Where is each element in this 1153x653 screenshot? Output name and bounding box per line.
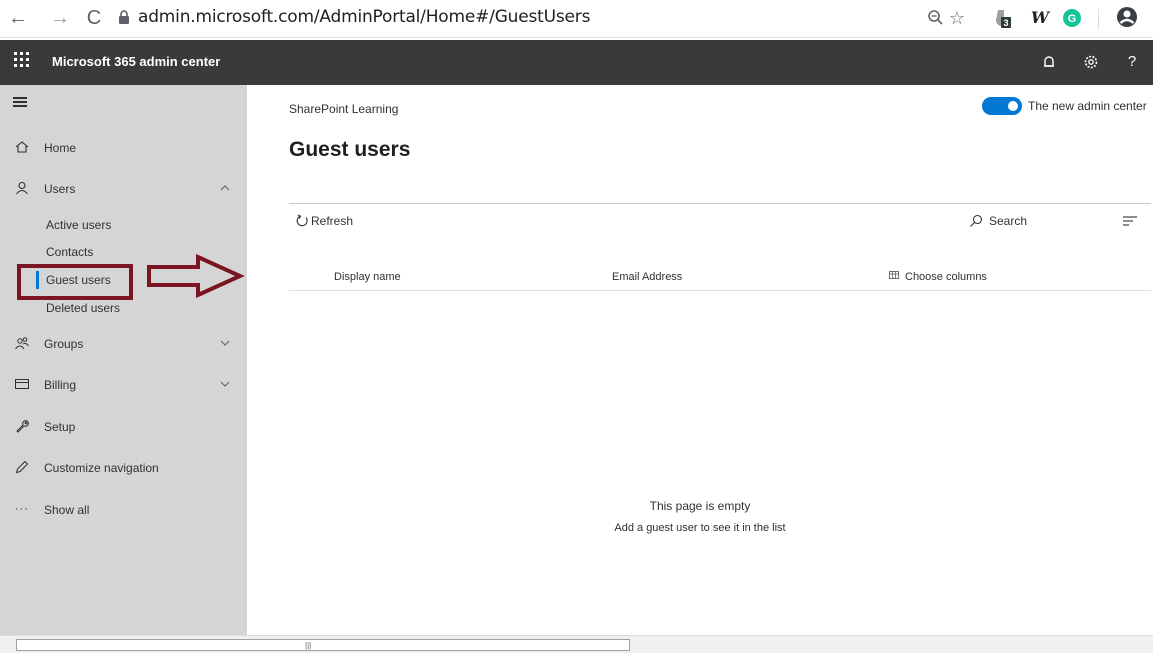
shield-extension-icon[interactable]: 3 <box>990 6 1016 30</box>
column-header-display-name[interactable]: Display name <box>334 271 401 283</box>
reload-icon[interactable]: C <box>82 6 106 30</box>
empty-state-subtitle: Add a guest user to see it in the list <box>614 522 786 534</box>
nav-item-label: Home <box>44 141 77 155</box>
nav-item-label: Billing <box>44 378 77 392</box>
app-launcher-icon[interactable] <box>14 52 34 72</box>
chevron-up-icon[interactable] <box>219 182 231 194</box>
lock-icon <box>119 10 129 24</box>
main-content: SharePoint Learning The new admin center… <box>247 85 1153 635</box>
column-header-email-address[interactable]: Email Address <box>612 271 682 283</box>
user-icon <box>16 181 28 195</box>
grammarly-icon: G <box>1063 9 1081 27</box>
pencil-icon <box>15 460 29 474</box>
nav-item-setup[interactable]: Setup <box>0 414 247 440</box>
header-divider <box>289 203 1151 204</box>
horizontal-scrollbar[interactable]: ||| <box>0 635 1153 653</box>
nav-item-customize-navigation[interactable]: Customize navigation <box>0 455 247 481</box>
toggle-label: The new admin center <box>1028 99 1147 113</box>
zoom-icon[interactable] <box>926 6 946 30</box>
nav-item-show-all[interactable]: ··· Show all <box>0 497 247 523</box>
refresh-button[interactable]: Refresh <box>295 214 353 228</box>
shield-icon: 3 <box>996 10 1011 28</box>
scrollbar-thumb[interactable]: ||| <box>16 639 630 651</box>
empty-state-title: This page is empty <box>649 499 751 513</box>
forward-arrow-icon[interactable]: → <box>48 6 72 30</box>
toggle-knob <box>1008 101 1018 111</box>
search-icon <box>970 214 983 227</box>
search-button[interactable]: Search <box>969 214 1027 228</box>
nav-subitem-active-users[interactable]: Active users <box>46 218 111 232</box>
annotation-arrow-icon <box>147 254 245 298</box>
more-dots-icon: ··· <box>15 503 29 515</box>
nav-subitem-deleted-users[interactable]: Deleted users <box>46 301 120 315</box>
svg-text:G: G <box>1068 13 1077 25</box>
grammarly-extension-icon[interactable]: G <box>1061 6 1083 30</box>
annotation-highlight-box <box>17 264 133 300</box>
chevron-down-icon[interactable] <box>219 378 231 390</box>
bookmark-star-icon[interactable]: ☆ <box>946 6 968 30</box>
svg-text:3: 3 <box>1003 18 1008 28</box>
new-admin-center-toggle[interactable] <box>982 97 1022 115</box>
nav-item-home[interactable]: Home <box>0 135 247 161</box>
credit-card-icon <box>15 379 29 389</box>
filter-menu-icon[interactable] <box>1123 215 1137 227</box>
toolbar-divider <box>1098 9 1099 29</box>
nav-item-label: Setup <box>44 420 76 434</box>
breadcrumb-tenant[interactable]: SharePoint Learning <box>289 102 398 116</box>
suite-title[interactable]: Microsoft 365 admin center <box>52 54 220 69</box>
left-navigation: Home Users Active users Contacts Guest u… <box>0 85 247 635</box>
choose-columns-label: Choose columns <box>905 271 987 283</box>
address-bar[interactable]: admin.microsoft.com/AdminPortal/Home#/Gu… <box>138 7 590 27</box>
refresh-icon <box>296 214 308 227</box>
chevron-down-icon[interactable] <box>219 337 231 349</box>
column-header-divider <box>289 290 1151 291</box>
suite-header: Microsoft 365 admin center ? <box>0 40 1153 85</box>
groups-icon <box>15 337 29 350</box>
nav-item-label: Customize navigation <box>44 461 159 475</box>
collapse-nav-icon[interactable] <box>13 97 27 107</box>
nav-item-label: Users <box>44 182 76 196</box>
help-icon[interactable]: ? <box>1122 52 1142 72</box>
browser-toolbar: ← → C admin.microsoft.com/AdminPortal/Ho… <box>0 0 1153 38</box>
account-avatar-icon <box>1117 7 1137 27</box>
refresh-label: Refresh <box>311 214 354 228</box>
nav-item-label: Groups <box>44 337 84 351</box>
page-title: Guest users <box>289 138 411 161</box>
nav-item-groups[interactable]: Groups <box>0 331 247 357</box>
wrench-icon <box>16 420 29 433</box>
profile-icon[interactable] <box>1114 6 1140 30</box>
w-extension-icon[interactable]: W <box>1029 6 1051 30</box>
nav-subitem-contacts[interactable]: Contacts <box>46 245 93 259</box>
scrollbar-grip-icon: ||| <box>305 641 312 650</box>
nav-item-users[interactable]: Users <box>0 176 247 202</box>
notification-bell-icon[interactable] <box>1039 52 1059 72</box>
home-icon <box>15 141 29 153</box>
choose-columns-icon <box>889 271 899 279</box>
nav-item-label: Show all <box>44 503 90 517</box>
settings-gear-icon[interactable] <box>1081 52 1101 72</box>
back-arrow-icon[interactable]: ← <box>6 6 30 30</box>
choose-columns-button[interactable]: Choose columns <box>889 271 987 283</box>
search-label: Search <box>989 214 1028 228</box>
nav-item-billing[interactable]: Billing <box>0 372 247 398</box>
